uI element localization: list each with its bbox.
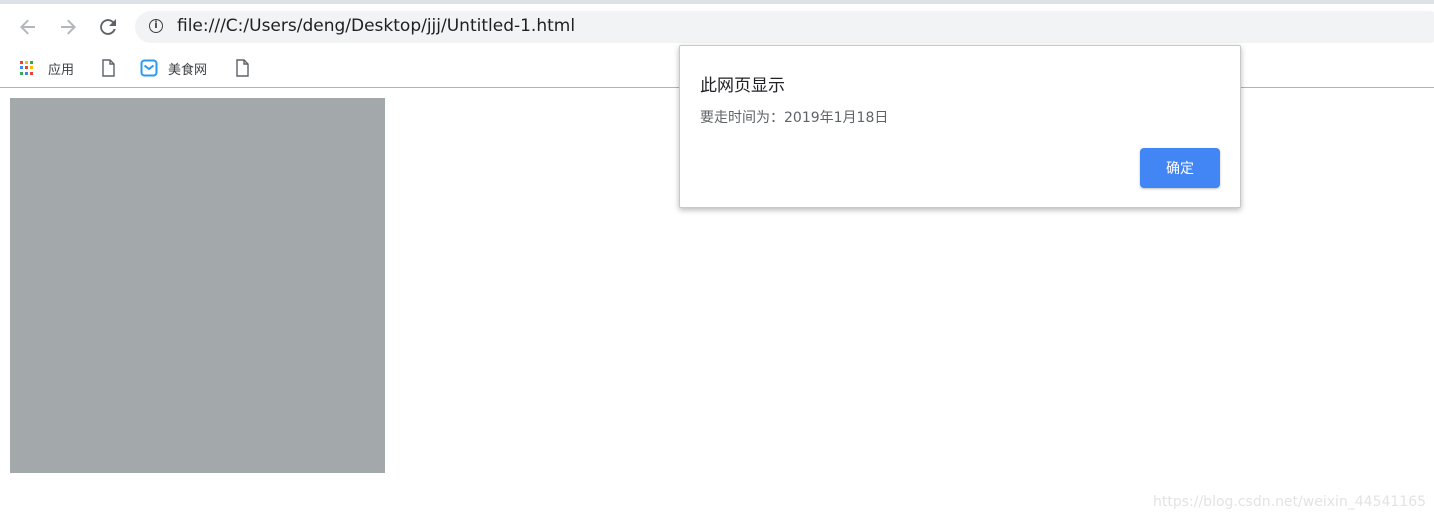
reload-icon[interactable] — [94, 13, 122, 41]
apps-grid-icon — [20, 61, 34, 75]
bookmark-apps[interactable]: 应用 — [20, 58, 74, 78]
watermark: https://blog.csdn.net/weixin_44541165 — [1153, 494, 1427, 510]
bookmark-label: 美食网 — [168, 62, 208, 78]
info-icon[interactable]: i — [149, 19, 163, 33]
forward-arrow-icon[interactable] — [54, 13, 82, 41]
bookmark-label: 应用 — [48, 62, 75, 78]
mail-icon — [140, 59, 158, 77]
browser-toolbar: i file:///C:/Users/deng/Desktop/jjj/Unti… — [0, 4, 1434, 48]
alert-dialog: 此网页显示 要走时间为：2019年1月18日 确定 — [679, 45, 1241, 208]
address-bar[interactable]: i file:///C:/Users/deng/Desktop/jjj/Unti… — [135, 11, 1434, 43]
ok-button[interactable]: 确定 — [1140, 148, 1220, 188]
alert-title: 此网页显示 — [700, 76, 785, 96]
alert-message: 要走时间为：2019年1月18日 — [700, 110, 889, 126]
bookmark-page-1[interactable] — [100, 58, 116, 78]
document-icon — [102, 59, 115, 77]
gray-content-box — [10, 98, 385, 473]
bookmark-page-2[interactable] — [234, 58, 250, 78]
bookmark-meishi[interactable]: 美食网 — [140, 58, 207, 78]
url-text[interactable]: file:///C:/Users/deng/Desktop/jjj/Untitl… — [177, 16, 575, 36]
document-icon — [236, 59, 249, 77]
back-arrow-icon[interactable] — [14, 13, 42, 41]
